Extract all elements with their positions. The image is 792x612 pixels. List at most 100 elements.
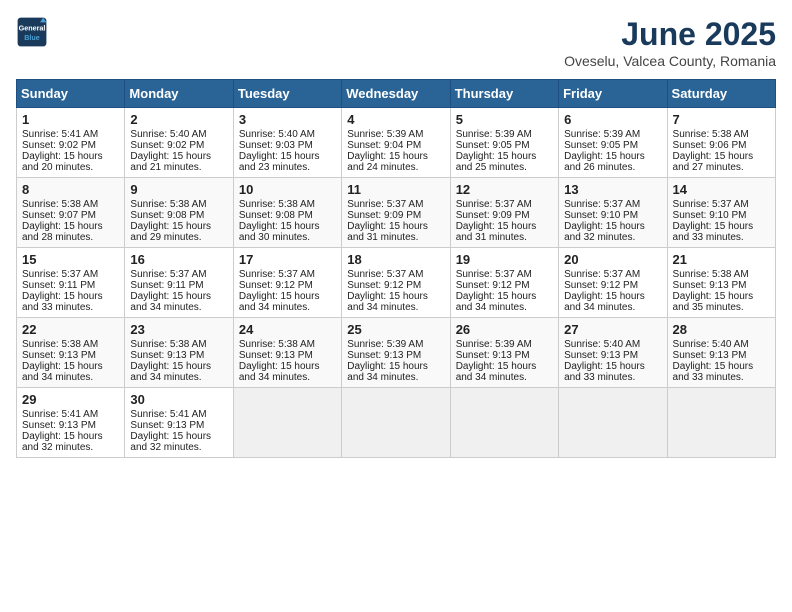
cell-info: Sunrise: 5:38 AM: [673, 129, 770, 140]
cell-info: Sunrise: 5:41 AM: [22, 129, 119, 140]
cell-info: Daylight: 15 hours: [22, 151, 119, 162]
cell-info: Sunset: 9:13 PM: [22, 350, 119, 361]
cell-info: Daylight: 15 hours: [347, 361, 444, 372]
calendar-cell: 14Sunrise: 5:37 AMSunset: 9:10 PMDayligh…: [667, 178, 775, 248]
cell-info: Daylight: 15 hours: [564, 361, 661, 372]
cell-info: Sunset: 9:08 PM: [239, 210, 336, 221]
calendar-week: 1Sunrise: 5:41 AMSunset: 9:02 PMDaylight…: [17, 108, 776, 178]
calendar-week: 22Sunrise: 5:38 AMSunset: 9:13 PMDayligh…: [17, 318, 776, 388]
cell-info: and 32 minutes.: [130, 442, 227, 453]
cell-info: Sunset: 9:03 PM: [239, 140, 336, 151]
cell-info: and 31 minutes.: [347, 232, 444, 243]
cell-info: and 30 minutes.: [239, 232, 336, 243]
cell-info: Sunset: 9:11 PM: [22, 280, 119, 291]
calendar-cell: 24Sunrise: 5:38 AMSunset: 9:13 PMDayligh…: [233, 318, 341, 388]
day-number: 7: [673, 112, 770, 127]
svg-text:General: General: [19, 23, 46, 32]
calendar-cell: 19Sunrise: 5:37 AMSunset: 9:12 PMDayligh…: [450, 248, 558, 318]
cell-info: Sunset: 9:13 PM: [239, 350, 336, 361]
cell-info: Sunset: 9:13 PM: [130, 420, 227, 431]
day-number: 6: [564, 112, 661, 127]
cell-info: Daylight: 15 hours: [347, 221, 444, 232]
cell-info: Sunrise: 5:38 AM: [130, 339, 227, 350]
cell-info: and 33 minutes.: [564, 372, 661, 383]
cell-info: Sunset: 9:12 PM: [456, 280, 553, 291]
cell-info: Daylight: 15 hours: [456, 151, 553, 162]
cell-info: Sunset: 9:04 PM: [347, 140, 444, 151]
calendar-cell: 28Sunrise: 5:40 AMSunset: 9:13 PMDayligh…: [667, 318, 775, 388]
cell-info: Sunset: 9:13 PM: [456, 350, 553, 361]
day-number: 13: [564, 182, 661, 197]
calendar-cell: 6Sunrise: 5:39 AMSunset: 9:05 PMDaylight…: [559, 108, 667, 178]
cell-info: Sunset: 9:13 PM: [22, 420, 119, 431]
calendar-cell: 17Sunrise: 5:37 AMSunset: 9:12 PMDayligh…: [233, 248, 341, 318]
cell-info: Sunset: 9:02 PM: [22, 140, 119, 151]
cell-info: and 27 minutes.: [673, 162, 770, 173]
calendar-cell: [342, 388, 450, 458]
calendar-table: SundayMondayTuesdayWednesdayThursdayFrid…: [16, 79, 776, 458]
day-number: 19: [456, 252, 553, 267]
cell-info: and 34 minutes.: [239, 372, 336, 383]
cell-info: Daylight: 15 hours: [456, 221, 553, 232]
cell-info: and 20 minutes.: [22, 162, 119, 173]
cell-info: Sunset: 9:13 PM: [130, 350, 227, 361]
cell-info: Sunrise: 5:39 AM: [347, 339, 444, 350]
day-number: 30: [130, 392, 227, 407]
calendar-cell: 25Sunrise: 5:39 AMSunset: 9:13 PMDayligh…: [342, 318, 450, 388]
cell-info: Daylight: 15 hours: [239, 151, 336, 162]
cell-info: Sunrise: 5:37 AM: [564, 199, 661, 210]
calendar-cell: 5Sunrise: 5:39 AMSunset: 9:05 PMDaylight…: [450, 108, 558, 178]
cell-info: Daylight: 15 hours: [239, 221, 336, 232]
cell-info: and 34 minutes.: [456, 372, 553, 383]
logo-icon: General Blue: [16, 16, 48, 48]
cell-info: Sunrise: 5:37 AM: [456, 269, 553, 280]
cell-info: Daylight: 15 hours: [673, 361, 770, 372]
cell-info: Sunrise: 5:38 AM: [130, 199, 227, 210]
logo: General Blue: [16, 16, 48, 48]
cell-info: Sunset: 9:02 PM: [130, 140, 227, 151]
cell-info: and 35 minutes.: [673, 302, 770, 313]
header-monday: Monday: [125, 80, 233, 108]
cell-info: and 32 minutes.: [564, 232, 661, 243]
cell-info: Sunrise: 5:37 AM: [673, 199, 770, 210]
cell-info: and 34 minutes.: [456, 302, 553, 313]
cell-info: Sunset: 9:12 PM: [347, 280, 444, 291]
calendar-cell: [450, 388, 558, 458]
cell-info: Daylight: 15 hours: [22, 431, 119, 442]
cell-info: Sunrise: 5:41 AM: [130, 409, 227, 420]
title-area: June 2025 Oveselu, Valcea County, Romani…: [564, 16, 776, 69]
cell-info: Sunrise: 5:40 AM: [564, 339, 661, 350]
day-number: 15: [22, 252, 119, 267]
cell-info: Sunset: 9:12 PM: [564, 280, 661, 291]
cell-info: Daylight: 15 hours: [130, 151, 227, 162]
cell-info: and 34 minutes.: [347, 302, 444, 313]
header-row: SundayMondayTuesdayWednesdayThursdayFrid…: [17, 80, 776, 108]
day-number: 29: [22, 392, 119, 407]
calendar-week: 8Sunrise: 5:38 AMSunset: 9:07 PMDaylight…: [17, 178, 776, 248]
day-number: 28: [673, 322, 770, 337]
cell-info: Daylight: 15 hours: [673, 291, 770, 302]
cell-info: and 34 minutes.: [239, 302, 336, 313]
day-number: 11: [347, 182, 444, 197]
cell-info: Daylight: 15 hours: [239, 291, 336, 302]
cell-info: Daylight: 15 hours: [564, 221, 661, 232]
day-number: 27: [564, 322, 661, 337]
calendar-cell: 27Sunrise: 5:40 AMSunset: 9:13 PMDayligh…: [559, 318, 667, 388]
cell-info: Sunrise: 5:39 AM: [347, 129, 444, 140]
cell-info: Sunrise: 5:38 AM: [239, 199, 336, 210]
cell-info: Sunrise: 5:38 AM: [673, 269, 770, 280]
cell-info: Sunset: 9:07 PM: [22, 210, 119, 221]
calendar-week: 29Sunrise: 5:41 AMSunset: 9:13 PMDayligh…: [17, 388, 776, 458]
day-number: 1: [22, 112, 119, 127]
cell-info: and 34 minutes.: [564, 302, 661, 313]
cell-info: Daylight: 15 hours: [22, 291, 119, 302]
cell-info: Daylight: 15 hours: [673, 221, 770, 232]
day-number: 17: [239, 252, 336, 267]
cell-info: Daylight: 15 hours: [130, 291, 227, 302]
day-number: 23: [130, 322, 227, 337]
cell-info: Sunrise: 5:37 AM: [347, 269, 444, 280]
calendar-cell: 4Sunrise: 5:39 AMSunset: 9:04 PMDaylight…: [342, 108, 450, 178]
svg-text:Blue: Blue: [24, 33, 40, 42]
cell-info: and 34 minutes.: [22, 372, 119, 383]
cell-info: and 23 minutes.: [239, 162, 336, 173]
